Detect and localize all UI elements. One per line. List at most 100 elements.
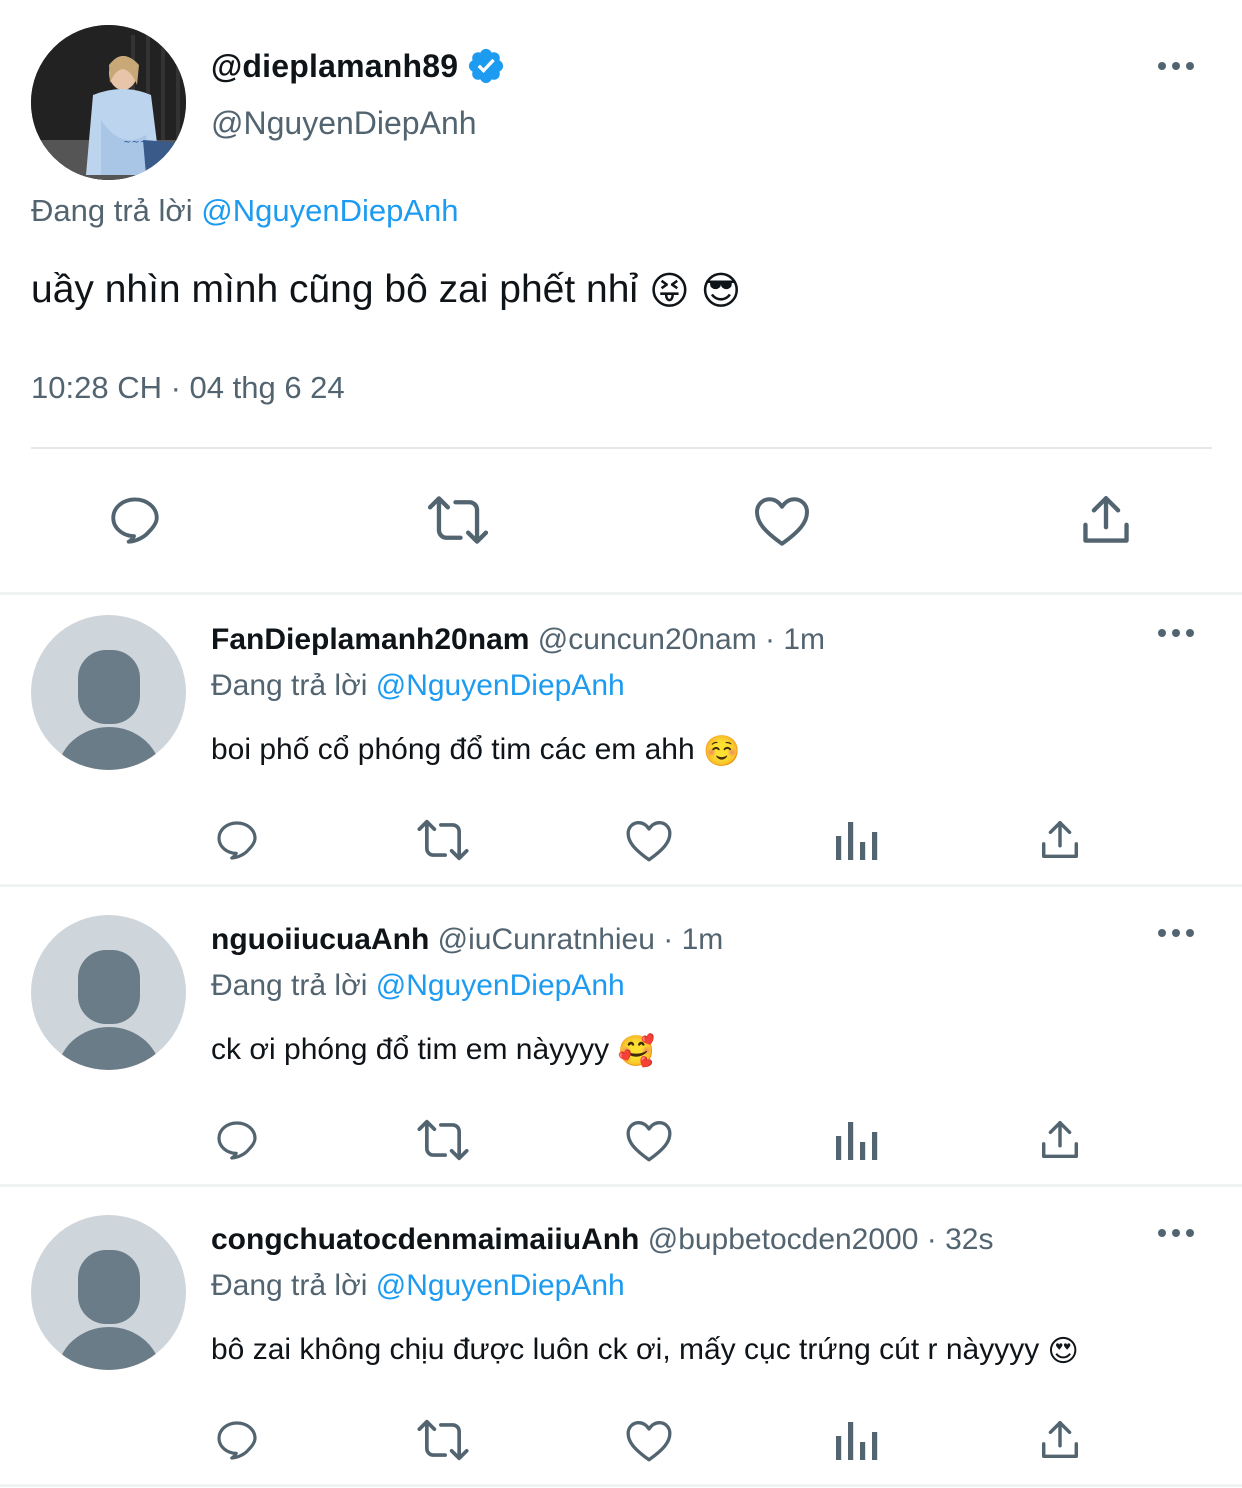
replying-to-link[interactable]: @NguyenDiepAnh [376, 1269, 625, 1302]
reply-body: bô zai không chịu được luôn ck ơi, mấy c… [211, 1333, 1040, 1366]
share-button[interactable] [1066, 480, 1146, 560]
reply-body: boi phố cổ phóng đổ tim các em ahh [211, 733, 695, 766]
reply-button[interactable] [207, 1410, 267, 1470]
svg-text:~~~: ~~~ [123, 137, 148, 148]
retweet-icon [427, 496, 489, 544]
reply-display-name[interactable]: nguoiiucuaAnh [211, 923, 429, 956]
reply-header: congchuatocdenmaimaiiuAnh @bupbetocden20… [211, 1223, 993, 1257]
main-action-bar [0, 480, 1242, 560]
views-button[interactable] [826, 1110, 886, 1170]
tweet-text: uầy nhìn mình cũng bô zai phết nhỉ 😝 😎 [31, 268, 741, 314]
replying-prefix: Đang trả lời [211, 669, 368, 702]
sunglasses-emoji: 😎 [700, 270, 742, 314]
like-icon [626, 1121, 672, 1162]
retweet-button[interactable] [418, 480, 498, 560]
more-options-icon[interactable] [1158, 1229, 1194, 1237]
tweet-body: uầy nhìn mình cũng bô zai phết nhỉ [31, 268, 639, 311]
reply-action-bar [0, 1110, 1242, 1170]
reply-display-name[interactable]: congchuatocdenmaimaiiuAnh [211, 1223, 639, 1256]
like-icon [626, 821, 672, 862]
share-button[interactable] [1030, 1110, 1090, 1170]
divider [0, 1184, 1242, 1187]
default-profile-icon [57, 650, 161, 770]
analytics-icon [836, 822, 878, 860]
replying-to-line: Đang trả lời @NguyenDiepAnh [211, 1269, 625, 1303]
divider [0, 1484, 1242, 1487]
reply-header: FanDieplamanh20nam @cuncun20nam · 1m [211, 623, 825, 657]
replying-to-line: Đang trả lời @NguyenDiepAnh [211, 969, 625, 1003]
reply-icon [217, 1121, 257, 1160]
reply-action-bar [0, 810, 1242, 870]
reply-text: bô zai không chịu được luôn ck ơi, mấy c… [211, 1333, 1079, 1369]
reply-tweet: FanDieplamanh20nam @cuncun20nam · 1m Đan… [0, 595, 1242, 885]
share-icon [1041, 821, 1079, 859]
default-avatar[interactable] [31, 915, 186, 1070]
default-profile-icon [57, 950, 161, 1070]
like-button[interactable] [619, 810, 679, 870]
analytics-icon [836, 1122, 878, 1160]
replying-to-link[interactable]: @NguyenDiepAnh [201, 193, 458, 228]
profile-photo: ~~~ [31, 25, 186, 180]
reply-icon [111, 497, 159, 544]
retweet-button[interactable] [413, 1410, 473, 1470]
default-avatar[interactable] [31, 1215, 186, 1370]
reply-button[interactable] [95, 480, 175, 560]
like-icon [755, 497, 809, 546]
main-handle[interactable]: @NguyenDiepAnh [211, 105, 477, 142]
replying-to-link[interactable]: @NguyenDiepAnh [376, 669, 625, 702]
share-icon [1041, 1121, 1079, 1159]
retweet-button[interactable] [413, 1110, 473, 1170]
like-button[interactable] [619, 1110, 679, 1170]
more-options-icon[interactable] [1158, 629, 1194, 637]
reply-action-bar [0, 1410, 1242, 1470]
replying-to-line: Đang trả lời @NguyenDiepAnh [31, 193, 458, 229]
default-avatar[interactable] [31, 615, 186, 770]
divider [31, 447, 1212, 449]
reply-button[interactable] [207, 810, 267, 870]
reply-icon [217, 821, 257, 860]
reply-handle-time[interactable]: @bupbetocden2000 · 32s [648, 1223, 994, 1256]
views-button[interactable] [826, 810, 886, 870]
like-button[interactable] [619, 1410, 679, 1470]
analytics-icon [836, 1422, 878, 1460]
squinting-tongue-emoji: 😝 [648, 270, 690, 314]
replying-to-link[interactable]: @NguyenDiepAnh [376, 969, 625, 1002]
share-button[interactable] [1030, 810, 1090, 870]
reply-display-name[interactable]: FanDieplamanh20nam [211, 623, 529, 656]
smiling-face-emoji: ☺️ [703, 734, 741, 768]
reply-handle-time[interactable]: @iuCunratnhieu · 1m [438, 923, 724, 956]
more-options-icon[interactable] [1158, 929, 1194, 937]
reply-header: nguoiiucuaAnh @iuCunratnhieu · 1m [211, 923, 723, 957]
main-display-name[interactable]: @dieplamanh89 [211, 48, 458, 85]
reply-body: ck ơi phóng đổ tim em nàyyyy [211, 1033, 610, 1066]
default-profile-icon [57, 1250, 161, 1370]
replying-to-line: Đang trả lời @NguyenDiepAnh [211, 669, 625, 703]
views-button[interactable] [826, 1410, 886, 1470]
reply-tweet: congchuatocdenmaimaiiuAnh @bupbetocden20… [0, 1195, 1242, 1485]
reply-icon [217, 1421, 257, 1460]
tweet-timestamp[interactable]: 10:28 CH · 04 thg 6 24 [31, 370, 345, 406]
share-icon [1083, 496, 1129, 543]
smiling-hearts-emoji: 🥰 [617, 1034, 655, 1068]
heart-eyes-emoji: 😍 [1047, 1334, 1079, 1368]
retweet-icon [417, 819, 469, 861]
share-icon [1041, 1421, 1079, 1459]
replying-prefix: Đang trả lời [211, 969, 368, 1002]
main-tweet: ~~~ @dieplamanh89 @NguyenDiepAnh Đang tr… [0, 0, 1242, 592]
reply-text: boi phố cổ phóng đổ tim các em ahh ☺️ [211, 733, 740, 769]
main-name-row: @dieplamanh89 [211, 46, 506, 86]
share-button[interactable] [1030, 1410, 1090, 1470]
divider [0, 884, 1242, 887]
reply-button[interactable] [207, 1110, 267, 1170]
more-options-icon[interactable] [1158, 62, 1194, 70]
retweet-button[interactable] [413, 810, 473, 870]
replying-prefix: Đang trả lời [211, 1269, 368, 1302]
reply-text: ck ơi phóng đổ tim em nàyyyy 🥰 [211, 1033, 655, 1069]
reply-handle-time[interactable]: @cuncun20nam · 1m [538, 623, 825, 656]
like-button[interactable] [742, 480, 822, 560]
reply-tweet: nguoiiucuaAnh @iuCunratnhieu · 1m Đang t… [0, 895, 1242, 1185]
replying-prefix: Đang trả lời [31, 193, 193, 228]
like-icon [626, 1421, 672, 1462]
main-avatar[interactable]: ~~~ [31, 25, 186, 180]
retweet-icon [417, 1119, 469, 1161]
